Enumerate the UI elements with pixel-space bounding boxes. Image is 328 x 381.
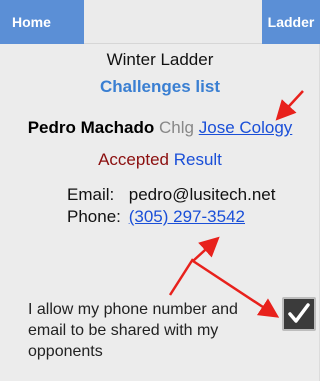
page-title: Winter Ladder xyxy=(106,50,214,69)
player-name: Pedro Machado xyxy=(27,118,155,137)
consent-checkbox[interactable] xyxy=(282,297,316,331)
phone-label: Phone: xyxy=(67,207,121,226)
chlg-label: Chlg xyxy=(159,118,194,137)
top-bar: Home Ladder xyxy=(0,0,320,44)
status-accepted: Accepted xyxy=(98,150,169,169)
challenge-status: Accepted Result xyxy=(0,150,320,170)
phone-row: Phone: (305) 297-3542 xyxy=(67,207,327,227)
ladder-button[interactable]: Ladder xyxy=(262,0,320,44)
phone-link[interactable]: (305) 297-3542 xyxy=(129,207,245,226)
email-value: pedro@lusitech.net xyxy=(128,185,276,204)
page-subtitle: Challenges list xyxy=(100,77,220,96)
email-row: Email: pedro@lusitech.net xyxy=(67,185,327,205)
home-button[interactable]: Home xyxy=(0,0,84,44)
challenge-players: Pedro Machado Chlg Jose Cology xyxy=(0,118,320,138)
result-link[interactable]: Result xyxy=(174,150,222,169)
consent-text: I allow my phone number and email to be … xyxy=(28,301,238,360)
opponent-link[interactable]: Jose Cology xyxy=(199,118,293,137)
email-label: Email: xyxy=(67,185,115,204)
checkmark-icon xyxy=(288,303,310,323)
screen: Home Ladder Winter Ladder Challenges lis… xyxy=(0,0,320,381)
